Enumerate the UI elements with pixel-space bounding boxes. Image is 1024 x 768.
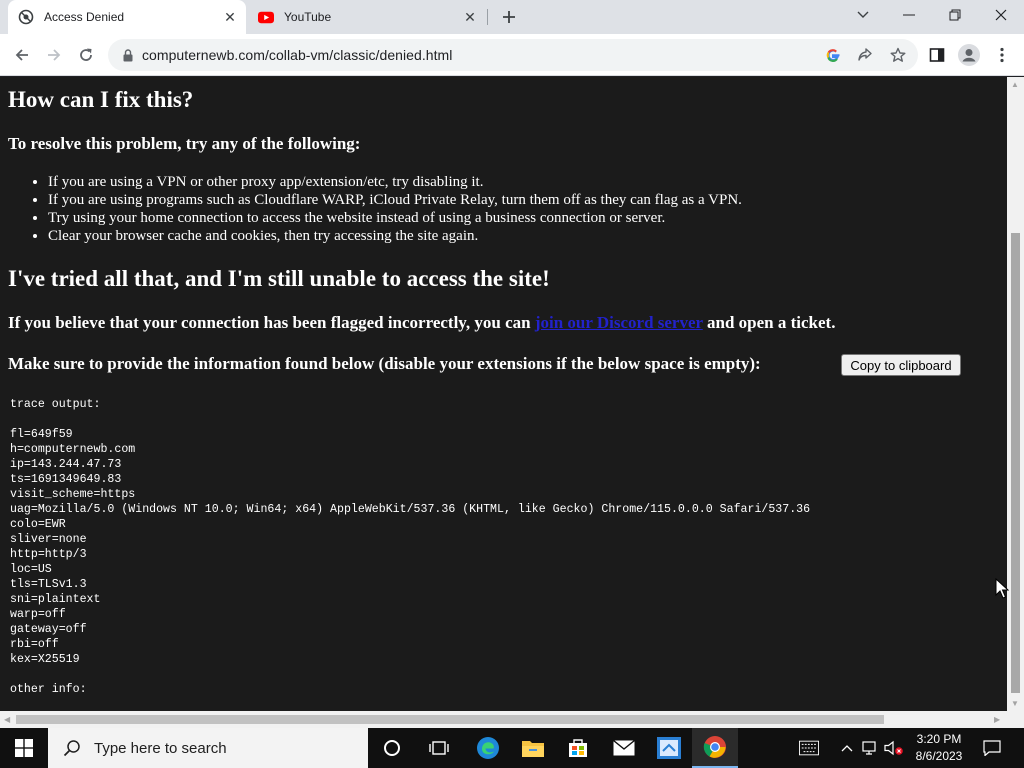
heading-how-fix: How can I fix this? <box>8 87 194 112</box>
subheading-resolve: To resolve this problem, try any of the … <box>8 134 361 153</box>
lock-icon[interactable] <box>120 47 136 63</box>
flagged-text-before: If you believe that your connection has … <box>8 313 531 332</box>
file-explorer-icon[interactable] <box>510 728 556 768</box>
tab-strip: Access Denied ✕ YouTube ✕ <box>0 0 1024 34</box>
chrome-icon[interactable] <box>692 728 738 768</box>
edge-icon[interactable] <box>465 728 511 768</box>
microsoft-store-icon[interactable] <box>555 728 601 768</box>
trace-output: trace output: fl=649f59 h=computernewb.c… <box>10 398 811 696</box>
start-button[interactable] <box>0 728 48 768</box>
app-icon-blue-window[interactable] <box>646 728 692 768</box>
windows-logo-icon <box>15 739 33 757</box>
cloudflare-shield-icon <box>18 9 34 25</box>
volume-muted-icon[interactable] <box>884 738 904 758</box>
reload-button[interactable] <box>71 40 101 70</box>
network-icon[interactable] <box>861 738 881 758</box>
cortana-icon[interactable] <box>369 728 415 768</box>
horizontal-scrollbar[interactable]: ◀ ▶ <box>0 711 1024 728</box>
vertical-scrollbar[interactable]: ▲ ▼ <box>1007 77 1024 711</box>
new-tab-button[interactable] <box>498 6 520 28</box>
horizontal-scroll-thumb[interactable] <box>16 715 884 724</box>
side-panel-icon[interactable] <box>922 40 952 70</box>
heading-tried-all: I've tried all that, and I'm still unabl… <box>8 266 550 291</box>
page-content: How can I fix this? To resolve this prob… <box>0 77 1007 711</box>
provide-info-text: Make sure to provide the information fou… <box>8 354 761 373</box>
bookmark-star-icon[interactable] <box>888 45 908 65</box>
tab-separator <box>487 9 488 25</box>
flagged-text-after: and open a ticket. <box>707 313 836 332</box>
tab-close-icon[interactable]: ✕ <box>462 9 478 25</box>
task-view-icon[interactable] <box>416 728 462 768</box>
url-text: computernewb.com/collab-vm/classic/denie… <box>142 47 453 63</box>
list-item: Try using your home connection to access… <box>48 209 742 227</box>
list-item: If you are using programs such as Cloudf… <box>48 191 742 209</box>
profile-avatar-icon[interactable] <box>954 40 984 70</box>
close-window-button[interactable] <box>978 0 1024 30</box>
search-placeholder: Type here to search <box>94 739 227 757</box>
windows-taskbar: Type here to search 3:20 PM 8/6/2023 <box>0 728 1024 768</box>
taskbar-clock[interactable]: 3:20 PM 8/6/2023 <box>908 731 970 765</box>
keyboard-layout-icon[interactable] <box>799 738 819 758</box>
address-bar[interactable]: computernewb.com/collab-vm/classic/denie… <box>108 39 918 71</box>
clock-date: 8/6/2023 <box>915 749 963 763</box>
scroll-right-arrow-icon[interactable]: ▶ <box>994 715 1000 724</box>
discord-link[interactable]: join our Discord server <box>535 313 703 332</box>
scroll-down-arrow-icon[interactable]: ▼ <box>1011 699 1019 708</box>
show-hidden-icons-chevron-up-icon[interactable] <box>837 738 857 758</box>
mouse-cursor-icon <box>995 577 1010 600</box>
scroll-left-arrow-icon[interactable]: ◀ <box>4 715 10 724</box>
browser-menu-icon[interactable] <box>987 40 1017 70</box>
google-icon[interactable] <box>823 45 843 65</box>
tab-close-icon[interactable]: ✕ <box>222 9 238 25</box>
scroll-up-arrow-icon[interactable]: ▲ <box>1011 80 1019 89</box>
tab-youtube[interactable]: YouTube ✕ <box>248 0 486 34</box>
notification-center-icon[interactable] <box>982 738 1002 758</box>
tab-title: Access Denied <box>44 10 125 24</box>
minimize-button[interactable] <box>886 0 932 30</box>
share-icon[interactable] <box>855 45 875 65</box>
search-icon <box>62 738 82 758</box>
youtube-icon <box>258 9 274 25</box>
list-item: Clear your browser cache and cookies, th… <box>48 227 742 245</box>
browser-toolbar: computernewb.com/collab-vm/classic/denie… <box>0 34 1024 76</box>
restore-button[interactable] <box>932 0 978 30</box>
back-button[interactable] <box>7 40 37 70</box>
taskbar-search-box[interactable]: Type here to search <box>48 728 368 768</box>
forward-button[interactable] <box>39 40 69 70</box>
copy-to-clipboard-button[interactable]: Copy to clipboard <box>841 354 961 376</box>
vertical-scroll-thumb[interactable] <box>1011 233 1020 693</box>
tab-search-chevron-down-icon[interactable] <box>840 0 886 30</box>
mail-icon[interactable] <box>601 728 647 768</box>
tips-list: If you are using a VPN or other proxy ap… <box>48 173 742 245</box>
clock-time: 3:20 PM <box>916 732 962 746</box>
tab-title: YouTube <box>284 10 332 24</box>
tab-access-denied[interactable]: Access Denied ✕ <box>8 0 246 34</box>
list-item: If you are using a VPN or other proxy ap… <box>48 173 742 191</box>
flagged-paragraph: If you believe that your connection has … <box>8 313 835 333</box>
